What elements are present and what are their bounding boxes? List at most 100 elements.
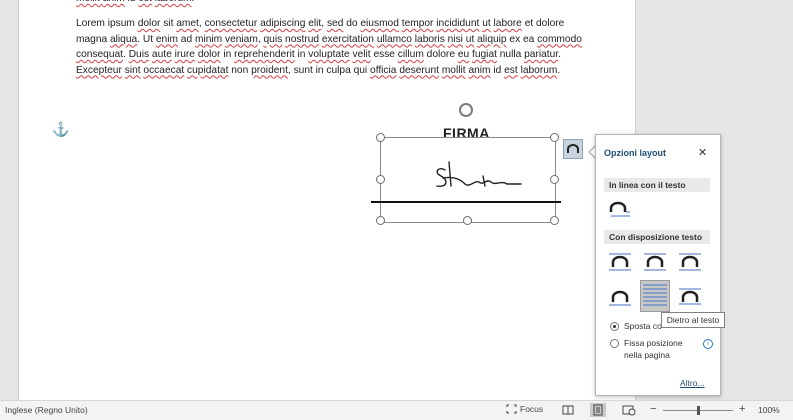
- radio-fix-label: Fissa posizione nella pagina: [624, 338, 683, 360]
- print-layout-button[interactable]: [590, 403, 606, 417]
- zoom-slider-thumb[interactable]: [697, 406, 700, 415]
- misspelled-word: dolor: [137, 18, 161, 29]
- text-run: sit: [160, 18, 177, 29]
- inline-with-text-icon[interactable]: [608, 199, 632, 221]
- text-run: non: [228, 64, 252, 76]
- text-run: .: [192, 0, 195, 4]
- top-bottom-wrap-icon[interactable]: [608, 285, 632, 307]
- in-front-of-text-icon[interactable]: [678, 285, 702, 307]
- misspelled-word: enim: [155, 33, 178, 45]
- text-run: in: [294, 49, 309, 60]
- section-inline: In linea con il testo: [604, 178, 710, 192]
- misspelled-word: eu: [457, 49, 470, 60]
- zoom-in-button[interactable]: +: [739, 403, 745, 415]
- more-link[interactable]: Altro...: [680, 378, 705, 388]
- misspelled-word: sed: [326, 18, 344, 29]
- read-mode-button[interactable]: [560, 403, 576, 417]
- paragraph-lorem[interactable]: Lorem ipsum dolor sit amet, consectetur …: [76, 16, 584, 78]
- document-page[interactable]: mollit anim id est laborum. Lorem ipsum …: [18, 0, 636, 400]
- misspelled-word: laborum: [520, 64, 558, 76]
- panel-title: Opzioni layout: [604, 148, 666, 158]
- web-layout-icon: [622, 405, 636, 416]
- info-icon[interactable]: i: [703, 339, 713, 349]
- text-run: dolore: [423, 49, 458, 60]
- radio-fix-indicator[interactable]: [610, 339, 619, 348]
- square-wrap-icon[interactable]: [608, 251, 632, 273]
- text-run: , sunt in culpa qui: [287, 64, 371, 76]
- resize-handle-br[interactable]: [550, 216, 559, 225]
- misspelled-word: ut: [482, 18, 491, 29]
- radio-move-label: Sposta co: [624, 321, 662, 331]
- layout-options-button[interactable]: [563, 139, 583, 159]
- resize-handle-tr[interactable]: [550, 133, 559, 142]
- language-indicator[interactable]: Inglese (Regno Unito): [5, 405, 88, 415]
- text-run: Lorem ipsum: [76, 18, 138, 29]
- misspelled-word: tempor: [401, 18, 434, 29]
- misspelled-word: voluptate: [308, 49, 350, 60]
- radio-move-indicator[interactable]: [610, 322, 619, 331]
- misspelled-word: laboris: [414, 33, 445, 45]
- misspelled-word: mollit: [76, 0, 103, 4]
- radio-move-with-text[interactable]: Sposta co: [610, 320, 662, 332]
- misspelled-word: adipiscing: [260, 18, 306, 29]
- resize-handle-l[interactable]: [376, 175, 385, 184]
- misspelled-word: officia: [370, 64, 397, 76]
- text-run: nulla: [496, 49, 525, 60]
- paragraph-top[interactable]: mollit anim id est laborum.: [76, 0, 584, 7]
- status-bar: Inglese (Regno Unito) Focus − + 100%: [0, 400, 793, 420]
- resize-handle-bl[interactable]: [376, 216, 385, 225]
- zoom-out-button[interactable]: −: [650, 403, 656, 415]
- misspelled-word: incididunt: [436, 18, 480, 29]
- misspelled-word: aliqua: [109, 33, 138, 45]
- text-run: .: [558, 49, 561, 60]
- signature-line: [371, 201, 561, 203]
- misspelled-word: Excepteur: [76, 64, 122, 76]
- misspelled-word: elit: [308, 18, 322, 29]
- text-run: in: [220, 49, 235, 60]
- misspelled-word: consectetur: [204, 18, 258, 29]
- misspelled-word: minim: [194, 33, 223, 45]
- resize-handle-r[interactable]: [550, 175, 559, 184]
- misspelled-word: amet: [176, 18, 199, 29]
- misspelled-word: ut: [465, 33, 475, 45]
- close-icon[interactable]: ✕: [698, 146, 707, 159]
- behind-text-icon[interactable]: [640, 280, 670, 312]
- misspelled-word: deserunt: [399, 64, 439, 76]
- misspelled-word: velit: [352, 49, 371, 60]
- misspelled-word: veniam: [224, 33, 258, 45]
- misspelled-word: aute: [151, 49, 172, 60]
- layout-options-panel: Opzioni layout ✕ In linea con il testo C…: [595, 134, 721, 396]
- tight-wrap-icon[interactable]: [643, 251, 667, 273]
- misspelled-word: aliquip: [477, 33, 507, 45]
- misspelled-word: proident: [251, 64, 288, 76]
- misspelled-word: quis: [263, 33, 283, 45]
- focus-icon: [506, 404, 517, 414]
- misspelled-word: irure: [174, 49, 195, 60]
- misspelled-word: mollit: [441, 64, 466, 76]
- misspelled-word: pariatur: [524, 49, 559, 60]
- text-run: id: [490, 64, 505, 76]
- misspelled-word: nisi: [447, 33, 463, 45]
- zoom-level[interactable]: 100%: [758, 405, 780, 415]
- tooltip: Dietro al testo: [661, 312, 725, 328]
- misspelled-word: dolor: [197, 49, 221, 60]
- handwritten-signature: [436, 161, 522, 188]
- focus-button[interactable]: Focus: [506, 404, 543, 414]
- misspelled-word: eiusmod: [360, 18, 399, 29]
- resize-handle-b[interactable]: [463, 216, 472, 225]
- misspelled-word: laborum: [155, 0, 192, 4]
- misspelled-word: anim: [468, 64, 491, 76]
- misspelled-word: anim: [103, 0, 125, 4]
- text-run: ex ea: [506, 33, 538, 45]
- read-mode-icon: [562, 405, 574, 415]
- radio-fix-position[interactable]: Fissa posizione nella pagina: [610, 337, 698, 361]
- misspelled-word: fugiat: [472, 49, 497, 60]
- rotate-handle[interactable]: [459, 103, 473, 117]
- web-layout-button[interactable]: [621, 403, 637, 417]
- through-wrap-icon[interactable]: [678, 251, 702, 273]
- layout-options-icon: [567, 144, 579, 153]
- section-wrap: Con disposizione testo: [604, 230, 710, 244]
- misspelled-word: occaecat: [143, 64, 185, 76]
- resize-handle-tl[interactable]: [376, 133, 385, 142]
- text-run: do: [343, 18, 361, 29]
